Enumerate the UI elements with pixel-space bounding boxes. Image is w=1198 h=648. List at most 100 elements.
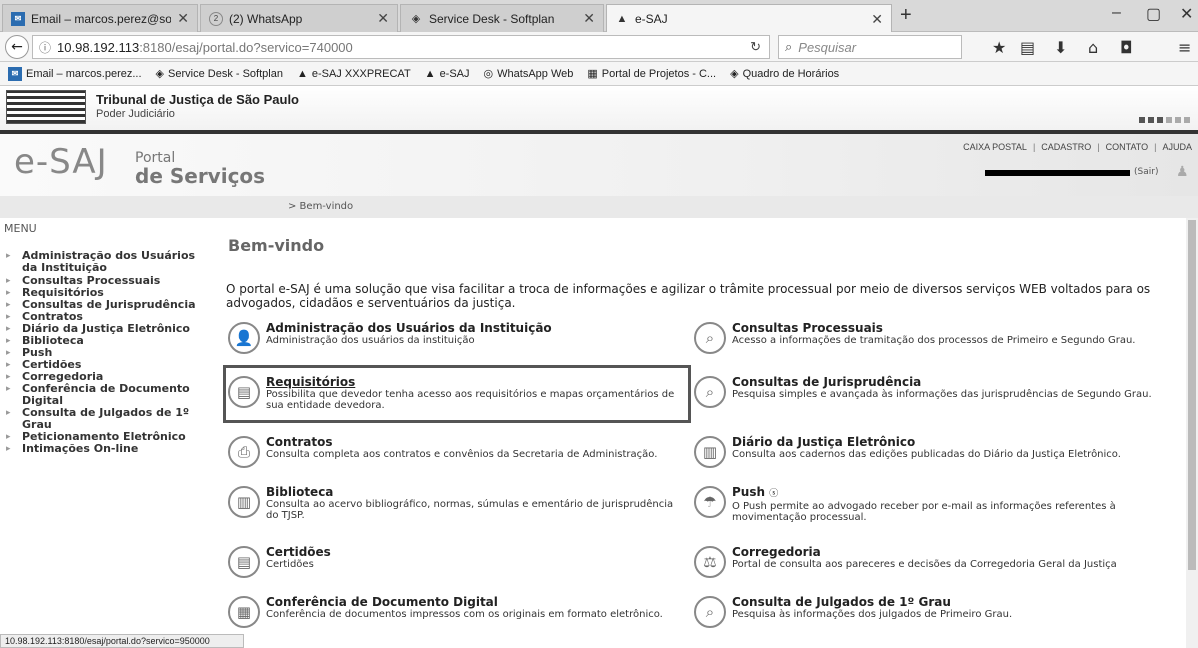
push-icon: ☂ [694,486,726,518]
service-push[interactable]: ☂ Push ⓢ O Push permite ao advogado receb… [694,486,1154,523]
url-bar[interactable]: ⓘ 10.98.192.113:8180/esaj/portal.do?serv… [32,35,770,59]
bookmark-portal-projetos[interactable]: ▦ Portal de Projetos - C... [587,67,717,81]
pocket-icon[interactable]: ◘ [1120,38,1133,57]
link-cadastro[interactable]: CADASTRO [1041,142,1091,152]
esaj-icon: ▲ [616,13,628,25]
link-ajuda[interactable]: AJUDA [1162,142,1192,152]
minimize-button[interactable]: – [1112,4,1121,22]
bookmark-label: e-SAJ [439,67,470,80]
service-desc: Conferência de documentos impressos com … [266,609,663,620]
bookmark-whatsapp[interactable]: ◎ WhatsApp Web [483,67,574,81]
close-icon[interactable]: ✕ [377,10,389,27]
bookmark-esaj-precat[interactable]: ▲ e-SAJ XXXPRECAT [297,68,411,80]
star-icon[interactable]: ★ [992,38,1006,57]
scales-icon: ⚖ [694,546,726,578]
service-title[interactable]: Consultas Processuais [732,322,1135,335]
home-icon[interactable]: ⌂ [1088,38,1098,57]
close-icon[interactable]: ✕ [177,10,189,27]
scrollbar-thumb[interactable] [1188,220,1196,570]
reload-icon[interactable]: ↻ [750,39,761,55]
service-julgados[interactable]: ⌕ Consulta de Julgados de 1º Grau Pesquis… [694,596,1154,628]
contract-icon: ⎙ [228,436,260,468]
service-title[interactable]: Biblioteca [266,486,688,499]
service-desc: Consulta completa aos contratos e convên… [266,449,658,460]
esaj-header: e-SAJ Portal de Serviços CAIXA POSTAL | C… [0,134,1198,196]
service-desc: Portal de consulta aos pareceres e decis… [732,559,1117,570]
top-links: CAIXA POSTAL | CADASTRO | CONTATO | AJUDA [963,142,1192,152]
service-title[interactable]: Consultas de Jurisprudência [732,376,1152,389]
tab-email[interactable]: ✉ Email – marcos.perez@softp ✕ [2,4,198,32]
shield-icon: ◈ [730,68,739,80]
service-jurisprudencia[interactable]: ⌕ Consultas de Jurisprudência Pesquisa si… [694,376,1154,408]
bookmark-label: Quadro de Horários [742,67,840,80]
bookmark-label: Portal de Projetos - C... [601,67,717,80]
logout-link[interactable]: (Sair) [1134,167,1158,177]
service-title[interactable]: Contratos [266,436,657,449]
service-administracao[interactable]: 👤 Administração dos Usuários da Institui… [228,322,688,354]
service-desc: Consulta aos cadernos das edições public… [732,449,1121,460]
new-tab-button[interactable]: + [900,4,912,27]
sidebar-item-conferencia[interactable]: Conferência de Documento Digital [0,383,210,407]
mail-icon: ✉ [8,66,22,81]
service-title[interactable]: Consulta de Julgados de 1º Grau [732,596,1012,609]
browser-window: ✉ Email – marcos.perez@softp ✕ 2 (2) Wha… [0,0,1198,648]
close-window-button[interactable]: ✕ [1180,4,1193,24]
bookmark-quadro-horarios[interactable]: ◈ Quadro de Horários [730,67,840,81]
status-url: 10.98.192.113:8180/esaj/portal.do?servic… [0,634,244,648]
user-icon: 👤 [228,322,260,354]
maximize-button[interactable]: ▢ [1146,4,1161,24]
shield-icon: ◈ [411,13,421,25]
bookmark-label: Service Desk - Softplan [168,67,283,80]
esaj-icon: ▲ [424,67,436,80]
service-diario[interactable]: ▥ Diário da Justiça Eletrônico Consulta a… [694,436,1154,468]
back-arrow-icon[interactable]: ← [5,35,29,59]
esaj-logo: e-SAJ [14,142,108,182]
service-contratos[interactable]: ⎙ Contratos Consulta completa aos contrat… [228,436,688,468]
tjsp-logo [6,90,86,124]
sidebar-item-intimacoes[interactable]: Intimações On-line [0,443,210,456]
journal-icon: ▥ [694,436,726,468]
service-consultas-processuais[interactable]: ⌕ Consultas Processuais Acesso a informaç… [694,322,1154,354]
service-conferencia[interactable]: ▦ Conferência de Documento Digital Confer… [228,596,688,628]
page-title: Bem-vindo [228,236,325,255]
service-certidoes[interactable]: ▤ Certidões Certidões [228,546,688,578]
info-icon[interactable]: ⓢ [769,489,778,499]
redacted-username [985,170,1130,176]
service-desc: Acesso a informações de tramitação dos p… [732,335,1136,346]
bookmark-email[interactable]: ✉ Email – marcos.perez... [8,66,142,81]
service-corregedoria[interactable]: ⚖ Corregedoria Portal de consulta aos par… [694,546,1154,578]
service-desc: Pesquisa simples e avançada às informaçõ… [732,389,1152,400]
service-biblioteca[interactable]: ▥ Biblioteca Consulta ao acervo bibliográ… [228,486,688,521]
link-contato[interactable]: CONTATO [1106,142,1149,152]
sidebar-item-julgados[interactable]: Consulta de Julgados de 1º Grau [0,407,210,431]
tab-label: (2) WhatsApp [229,11,303,26]
menu-icon[interactable]: ≡ [1178,38,1191,57]
tab-service-desk[interactable]: ◈ Service Desk - Softplan ✕ [400,4,604,32]
bookmark-service-desk[interactable]: ◈ Service Desk - Softplan [156,67,283,81]
service-title-text: Push [732,485,766,499]
service-title[interactable]: Diário da Justiça Eletrônico [732,436,1121,449]
main-content: Bem-vindo O portal e-SAJ é uma solução q… [212,218,1198,648]
sidebar-item-administracao[interactable]: Administração dos Usuários da Instituiçã… [0,250,210,274]
tab-label: e-SAJ [635,12,668,26]
tab-whatsapp[interactable]: 2 (2) WhatsApp ✕ [200,4,398,32]
link-caixa-postal[interactable]: CAIXA POSTAL [963,142,1027,152]
reading-list-icon[interactable]: ▤ [1020,38,1035,57]
info-icon: ⓘ [39,40,52,55]
service-title[interactable]: Conferência de Documento Digital [266,596,663,609]
service-title[interactable]: Administração dos Usuários da Instituiçã… [266,322,552,335]
service-desc: Consulta ao acervo bibliográfico, normas… [266,499,674,521]
court-header: Tribunal de Justiça de São Paulo Poder J… [0,86,1198,130]
service-title[interactable]: Push ⓢ [732,486,1154,501]
close-icon[interactable]: ✕ [583,10,595,27]
service-title[interactable]: Corregedoria [732,546,1117,559]
tab-esaj[interactable]: ▲ e-SAJ ✕ [606,4,892,33]
bookmark-esaj[interactable]: ▲ e-SAJ [425,68,470,80]
breadcrumb: > Bem-vindo [0,196,1198,218]
download-icon[interactable]: ⬇ [1054,38,1067,57]
search-input[interactable]: ⌕ Pesquisar [778,35,962,59]
service-title[interactable]: Certidões [266,546,331,559]
whatsapp-icon: ◎ [483,68,494,80]
close-icon[interactable]: ✕ [871,11,883,28]
service-desc: Certidões [266,559,314,570]
